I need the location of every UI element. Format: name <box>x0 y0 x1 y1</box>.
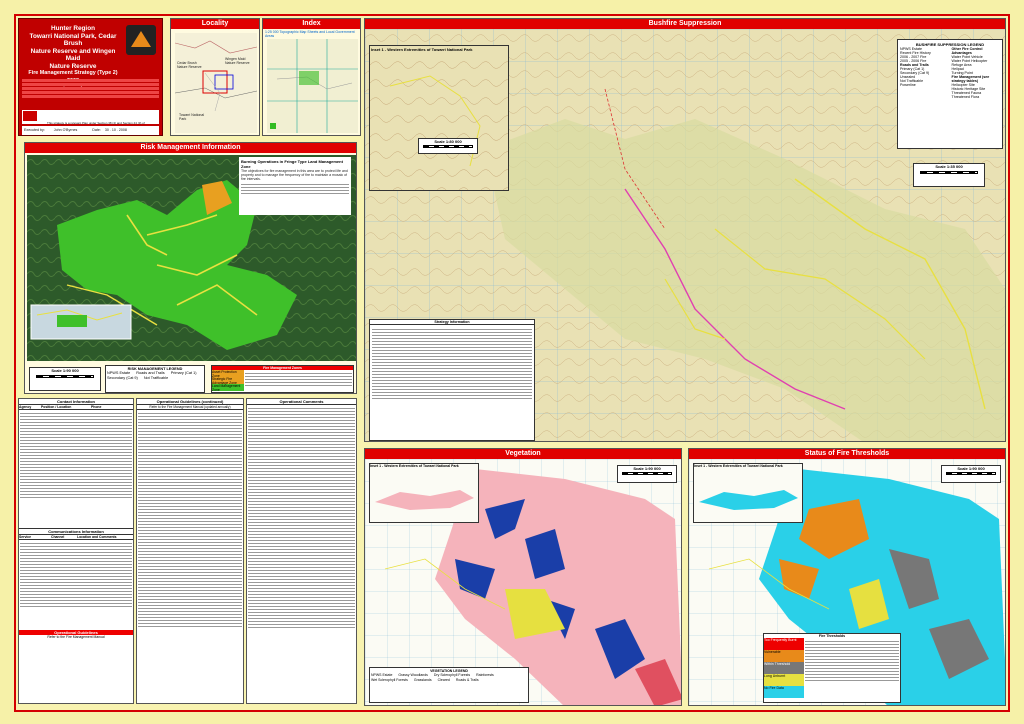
legend-fire-mgmt: Fire Management (see strategy tables) <box>951 75 990 83</box>
locality-panel: Locality Cedar Brush Nature Reserve Wing… <box>170 18 260 136</box>
ops-comments-rows <box>247 405 356 701</box>
index-panel: Index 1:25 000 Topographic Map Sheets an… <box>262 18 361 136</box>
risk-legend-roads: Roads and Trails <box>136 371 165 375</box>
thresh-long-unburnt: Long Unburnt <box>764 674 804 686</box>
contact-col-phone: Phone <box>91 405 102 409</box>
ops-guidelines-panel: Operational Guidelines (continued) Refer… <box>136 398 244 704</box>
zone-apz: Asset Protection Zone <box>212 370 244 378</box>
locality-title: Locality <box>171 19 259 29</box>
veg-legend-cleared: Cleared <box>437 678 450 682</box>
index-map <box>267 39 358 133</box>
veg-legend-npws: NPWS Estate <box>371 673 393 677</box>
title-block: Hunter Region Towarri National Park, Ced… <box>18 18 163 136</box>
ops-rows <box>137 410 243 700</box>
zone-sfaz: Strategic Fire Advantage Zone <box>212 377 244 385</box>
veg-inset: Inset 1 - Western Extremities of Towarri… <box>369 463 479 523</box>
risk-title: Risk Management Information <box>25 143 356 153</box>
strategy-info-table: Strategy Information <box>369 319 535 441</box>
thresholds-title: Status of Fire Thresholds <box>689 449 1005 459</box>
risk-legend: RISK MANAGEMENT LEGEND NPWS Estate Roads… <box>105 365 205 393</box>
veg-legend-grasslands: Grasslands <box>413 678 432 682</box>
vegetation-title: Vegetation <box>365 449 681 459</box>
bushfire-inset-title: Inset 1 - Western Extremities of Towarri… <box>371 47 473 52</box>
ops-comments-panel: Operational Comments <box>246 398 357 704</box>
thresholds-panel: Status of Fire Thresholds Inset 1 - West… <box>688 448 1006 706</box>
risk-text-body: The objectives for fire management in th… <box>241 169 348 182</box>
fire-zones-legend: Fire Management Zones Asset Protection Z… <box>211 365 354 393</box>
risk-legend-not-trafficable: Not Trafficable <box>143 376 169 380</box>
bushfire-legend: BUSHFIRE SUPPRESSION LEGEND NPWS Estate … <box>897 39 1003 149</box>
bushfire-panel: Bushfire Suppression Inset 1 - Western E… <box>364 18 1006 442</box>
comm-col-channel: Channel <box>51 535 65 539</box>
executed-label: Executed by: <box>24 128 45 132</box>
veg-legend-roads: Roads & Trails <box>455 678 479 682</box>
risk-text-box: Burning Operations in Fringe Type Land M… <box>239 157 351 215</box>
thresh-scale-label: Scale 1:90 000 <box>957 466 985 471</box>
park-title-1: Towarri National Park, Cedar Brush <box>29 32 117 48</box>
comm-col-location: Location and Comments <box>77 535 117 539</box>
legend-flora: Threatened Flora <box>951 95 980 99</box>
risk-map: Burning Operations in Fringe Type Land M… <box>27 155 356 361</box>
locality-label-cedar: Cedar Brush Nature Reserve <box>177 61 202 70</box>
thresh-no-data: No Fire Data <box>764 686 804 698</box>
index-heading: 1:25 000 Topographic Map Sheets and Loca… <box>265 30 355 39</box>
veg-legend: VEGETATION LEGEND NPWS Estate Grassy Woo… <box>369 667 529 703</box>
risk-legend-npws: NPWS Estate <box>107 371 131 375</box>
region-label: Hunter Region <box>50 25 96 32</box>
dec-logo <box>23 111 37 121</box>
bushfire-inset: Inset 1 - Western Extremities of Towarri… <box>369 45 509 191</box>
legend-powerline: Powerline <box>900 83 916 87</box>
ops-sub: Refer to the Fire Management Manual <box>47 635 105 639</box>
comm-heading: Communications Information <box>19 528 133 535</box>
veg-scale-label: Scale 1:90 000 <box>633 466 661 471</box>
bushfire-scale-label: Scale 1:35 000 <box>935 164 963 169</box>
locality-label-towarri: Towarri National Park <box>179 113 205 122</box>
risk-legend-secondary: Secondary (Cat 9) <box>107 376 138 380</box>
thresh-inset: Inset 1 - Western Extremities of Towarri… <box>693 463 803 523</box>
comm-col-service: Service <box>19 535 32 539</box>
veg-inset-title: Inset 1 - Western Extremities of Towarri… <box>370 464 459 468</box>
thresh-vulnerable: Vulnerable <box>764 650 804 662</box>
strategy-subtitle: Fire Management Strategy (Type 2) <box>28 70 118 76</box>
date-value: 30 . 10 . 2008 <box>104 128 127 132</box>
contact-info-panel: Contact Information Agency Position / Lo… <box>18 398 134 704</box>
zone-lmz: Land Management Zone <box>212 384 244 392</box>
date-label: Date: <box>92 128 101 132</box>
thresh-scale: Scale 1:90 000 <box>941 465 1001 483</box>
contact-col-agency: Agency <box>19 405 32 409</box>
risk-panel: Risk Management Information Burning Oper… <box>24 142 357 394</box>
inset-scale-label: Scale 1:80 000 <box>434 139 462 144</box>
veg-legend-dry: Dry Sclerophyll Forests <box>433 673 471 677</box>
risk-legend-primary: Primary (Cat 1) <box>170 371 197 375</box>
index-title: Index <box>263 19 360 29</box>
comm-rows <box>19 540 133 630</box>
contact-rows <box>19 410 133 528</box>
thresh-legend: Fire Thresholds Too Frequently Burnt Vul… <box>763 633 901 703</box>
bushfire-scale: Scale 1:35 000 <box>913 163 985 187</box>
risk-scale-label: Scale 1:90 000 <box>51 368 79 373</box>
bushfire-title: Bushfire Suppression <box>365 19 1005 29</box>
thresh-within: Within Threshold <box>764 662 804 674</box>
veg-scale: Scale 1:90 000 <box>617 465 677 483</box>
vegetation-panel: Vegetation Inset 1 - Western Extremities… <box>364 448 682 706</box>
risk-scale: Scale 1:90 000 <box>29 367 101 391</box>
inset-scale: Scale 1:80 000 <box>418 138 478 154</box>
park-title-3: Nature Reserve <box>49 62 97 70</box>
executed-name: John O'Byrnes <box>53 128 78 132</box>
veg-legend-grassy: Grassy Woodlands <box>398 673 428 677</box>
thresh-too-frequent: Too Frequently Burnt <box>764 638 804 650</box>
npws-logo <box>126 25 156 55</box>
park-title-2: Nature Reserve and Wingen Maid <box>30 47 116 63</box>
risk-text-heading: Burning Operations in Fringe Type Land M… <box>241 159 343 169</box>
contact-col-position: Position / Location <box>41 405 72 409</box>
legend-other-title: Other Fire Control Advantages <box>951 47 983 55</box>
veg-legend-rainforest: Rainforests <box>476 673 494 677</box>
locality-label-wingen: Wingen Maid Nature Reserve <box>225 57 250 66</box>
thresh-inset-title: Inset 1 - Western Extremities of Towarri… <box>694 464 783 468</box>
veg-legend-wet: Wet Sclerophyll Forests <box>371 678 408 682</box>
